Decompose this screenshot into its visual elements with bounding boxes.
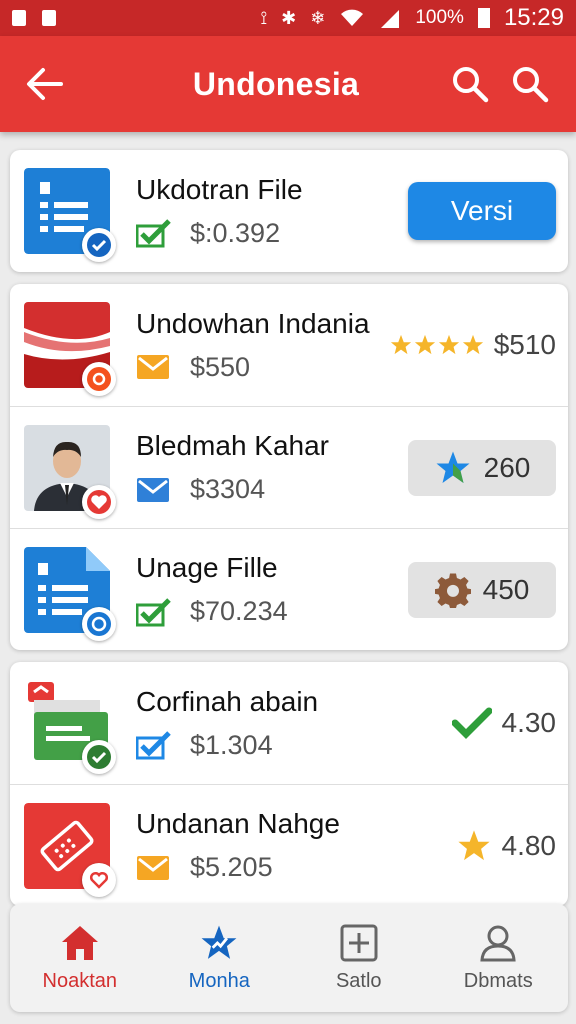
rating-chip[interactable]: 260 (408, 439, 556, 496)
app-bar: Undonesia (0, 36, 576, 132)
list-item[interactable]: Undowhan Indania $550 $510 (10, 284, 568, 406)
nfc-icon: ❄ (310, 7, 326, 28)
signal-icon (381, 10, 400, 28)
star-icon (390, 334, 411, 355)
folder-icon (24, 680, 116, 774)
nav-item-trending[interactable]: Monha (150, 904, 290, 1012)
flag-image (24, 302, 116, 396)
check-badge-icon (82, 228, 116, 262)
vibrate-icon: ⟟ (260, 7, 268, 28)
download-icon (42, 10, 56, 26)
document-icon (24, 546, 116, 641)
list-item[interactable]: Undanan Nahge $5.205 4.80 (10, 784, 568, 906)
item-price: $550 (190, 351, 251, 382)
gear-icon (434, 573, 471, 608)
bluetooth-icon: ✱ (281, 7, 297, 28)
star-icon (438, 334, 459, 355)
search-icon[interactable] (500, 54, 560, 114)
item-list: Ukdotran File $:0.392 Versi Undowhan Ind… (10, 150, 568, 918)
list-item[interactable]: Ukdotran File $:0.392 Versi (10, 150, 568, 272)
orange-badge-icon (82, 362, 116, 396)
list-item[interactable]: Bledmah Kahar $3304 260 (10, 406, 568, 528)
nav-label: Dbmats (463, 969, 533, 992)
list-card: Ukdotran File $:0.392 Versi (10, 150, 568, 272)
heart-badge-icon (82, 484, 116, 519)
item-price: $5.205 (190, 852, 273, 882)
battery-icon (477, 8, 490, 28)
notification-icon (12, 10, 26, 26)
chip-value: 450 (482, 573, 530, 605)
status-bar: ⟟ ✱ ❄ 100% 15:29 (0, 0, 576, 36)
item-right-value: 4.80 (501, 829, 557, 861)
list-item[interactable]: Unage Fille $70.234 450 (10, 528, 568, 650)
list-item[interactable]: Corfinah abain $1.304 4.30 (10, 662, 568, 784)
star-icon (436, 451, 470, 483)
orange-mail-icon (137, 355, 169, 379)
search-icon[interactable] (440, 54, 500, 114)
check-badge-icon (82, 740, 116, 774)
item-price: $3304 (190, 474, 266, 504)
nav-label: Monha (188, 969, 250, 992)
rating-stars (390, 334, 484, 356)
nav-item-home[interactable]: Noaktan (10, 904, 150, 1012)
blue-mail-icon (137, 477, 169, 502)
chip-value: 260 (483, 451, 531, 483)
back-arrow-icon[interactable] (16, 56, 72, 112)
ticket-icon (24, 802, 116, 897)
battery-percent: 100% (415, 7, 464, 28)
item-price: $:0.392 (190, 217, 281, 248)
star-icon (414, 334, 435, 355)
item-price: $1.304 (190, 729, 273, 760)
heart-badge-icon (82, 862, 116, 897)
star-icon (457, 829, 490, 860)
settings-chip[interactable]: 450 (408, 561, 556, 618)
list-card: Corfinah abain $1.304 4.30 Undanan Nahge (10, 662, 568, 906)
home-icon (61, 925, 98, 960)
person-avatar (24, 424, 116, 519)
wifi-icon (341, 9, 364, 26)
document-icon (24, 168, 116, 262)
blue-ring-badge-icon (82, 606, 116, 641)
page-title: Undonesia (192, 65, 360, 102)
star-trend-icon (201, 925, 237, 959)
item-price: $70.234 (190, 596, 288, 626)
orange-mail-icon (137, 855, 169, 880)
green-check-icon (136, 597, 171, 626)
item-right-value: $510 (493, 329, 556, 360)
green-check-icon (136, 219, 171, 248)
versi-button[interactable]: Versi (408, 182, 556, 240)
person-icon (480, 925, 516, 961)
bottom-navigation: Noaktan Monha Satlo Dbmats (10, 904, 568, 1012)
checkmark-icon (451, 707, 492, 739)
star-icon (462, 334, 483, 355)
blue-check-icon (136, 731, 171, 760)
item-right-value: 4.30 (501, 707, 557, 738)
add-box-icon (340, 924, 378, 961)
nav-item-profile[interactable]: Dbmats (429, 904, 569, 1012)
clock: 15:29 (503, 4, 564, 31)
nav-item-add[interactable]: Satlo (289, 904, 429, 1012)
nav-label: Satlo (335, 969, 382, 992)
nav-label: Noaktan (42, 969, 118, 992)
list-card: Undowhan Indania $550 $510 Bledmah Kahar… (10, 284, 568, 650)
